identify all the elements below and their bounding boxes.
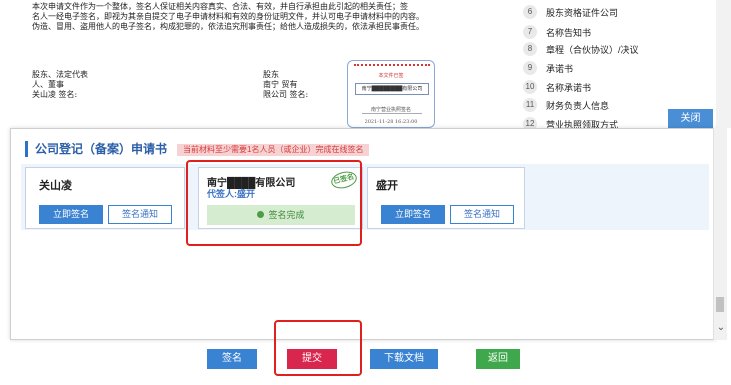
toc-item-label: 名称承诺书 [546,82,592,93]
sign-now-button[interactable]: 立即签名 [39,205,103,224]
signature-line: 关山凌 签名: [32,90,78,99]
sign-now-button[interactable]: 立即签名 [381,205,445,224]
signature-requirement-notice: 当前材料至少需要1名人员（或企业）完成在线签名 [177,144,370,156]
sign-notify-button[interactable]: 签名通知 [450,205,514,224]
stamp-header-text: 本文件已签 [378,73,404,79]
stamp-timestamp: 2021-11-28 16:23:00 [364,119,418,125]
signing-panel: 公司登记（备案）申请书 当前材料至少需要1名人员（或企业）完成在线签名 关山凌 … [10,128,716,340]
stamp-border-decoration [354,64,430,67]
signature-block-left: 股东、法定代表 人、董事 关山凌 签名: [32,70,88,100]
declaration-paragraph: 本次申请文件作为一个整体，签名人保证相关内容真实、合法、有效，并自行承担由此引起… [32,2,492,32]
declaration-line: 本次申请文件作为一个整体，签名人保证相关内容真实、合法、有效，并自行承担由此引起… [32,2,408,11]
signer-card: 盛开 立即签名 签名通知 [367,167,525,229]
document-page: 本次申请文件作为一个整体，签名人保证相关内容真实、合法、有效，并自行承担由此引起… [20,0,490,128]
close-button[interactable]: 关闭 [668,109,713,129]
toc-item-label: 章程（合伙协议）/决议 [546,44,639,55]
signature-block-middle: 股东 南宁 贸有 限公司 签名: [263,70,308,100]
highlight-box [186,160,362,246]
signer-name: 关山凌 [39,180,72,192]
document-scrollbar[interactable] [716,0,731,128]
signature-line: 南宁 贸有 [263,80,298,89]
toc-item[interactable]: 10 名称承诺书 [523,77,591,97]
stamp-company-box: 南宁████████有限公司 [355,83,429,95]
signer-card: 关山凌 立即签名 签名通知 [25,167,185,229]
signature-line: 限公司 签名: [263,90,309,99]
toc-number-badge: 8 [523,42,537,56]
toc-item[interactable]: 9 承诺书 [523,58,573,78]
signature-line: 人、董事 [32,80,64,89]
toc-number-badge: 7 [523,25,537,39]
back-button[interactable]: 返回 [476,349,520,369]
toc-item-label: 名称告知书 [546,27,592,38]
sign-button[interactable]: 签名 [207,349,257,369]
toc-item[interactable]: 8 章程（合伙协议）/决议 [523,39,639,59]
toc-item-label: 股东资格证件公司 [546,7,619,18]
declaration-line: 伪造、冒用、盗用他人的电子签名，构成犯罪的，依法追究刑事责任；给他人造成损失的，… [32,22,424,31]
signature-line: 股东、法定代表 [32,70,88,79]
toc-item-label: 承诺书 [546,63,574,74]
toc-number-badge: 9 [523,61,537,75]
declaration-line: 名人一经电子签名，即视为其亲自提交了电子申请材料和有效的身份证明文件，并认可电子… [32,12,424,21]
toc-number-badge: 11 [523,98,537,112]
panel-title: 公司登记（备案）申请书 [25,141,167,157]
document-preview: 本次申请文件作为一个整体，签名人保证相关内容真实、合法、有效，并自行承担由此引起… [0,0,731,131]
signer-name: 盛开 [376,180,398,192]
toc-number-badge: 10 [523,80,537,94]
download-document-button[interactable]: 下载文档 [370,349,438,369]
toc-number-badge: 6 [523,5,537,19]
toc-item[interactable]: 6 股东资格证件公司 [523,2,618,22]
scroll-down-arrow-icon[interactable]: ⌄ [716,322,726,333]
signature-stamp-thumbnail[interactable]: 本文件已签 南宁████████有限公司 南宁营业执照签名 2021-11-28… [347,60,435,128]
stamp-divider [362,113,422,114]
sign-notify-button[interactable]: 签名通知 [108,205,172,224]
signature-line: 股东 [263,70,279,79]
submit-button[interactable]: 提交 [287,349,337,369]
scrollbar-thumb[interactable] [716,297,724,312]
toc-item-label: 财务负责人信息 [546,100,610,111]
toc-item[interactable]: 11 财务负责人信息 [523,95,609,115]
